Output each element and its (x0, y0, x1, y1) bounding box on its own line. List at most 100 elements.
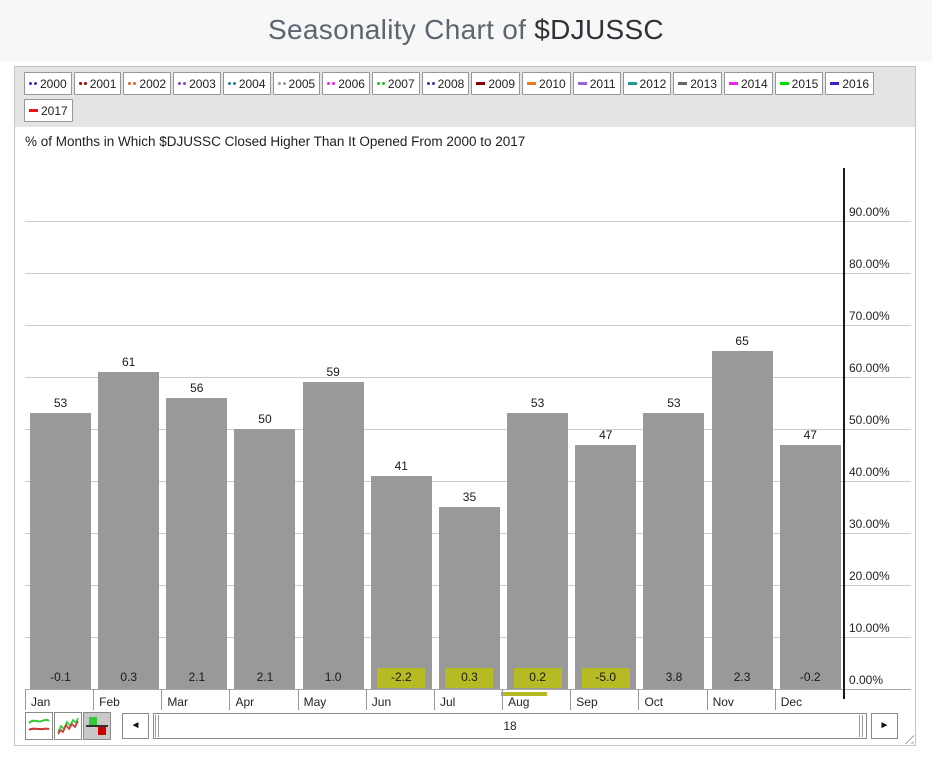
month-label-Apr: Apr (235, 695, 255, 709)
dash-marker-icon (627, 82, 637, 85)
scroll-left-button[interactable]: ◄ (122, 712, 149, 739)
scrollbar-right-grip-icon[interactable] (859, 714, 865, 737)
dash-marker-icon (779, 82, 789, 85)
dot (282, 82, 286, 85)
dot (376, 82, 380, 85)
bar-value-label-Jun: 41 (394, 458, 408, 473)
right-arrow-icon: ► (879, 720, 890, 731)
gridline-90.00% (25, 221, 911, 222)
month-tick-Jan (25, 689, 26, 710)
year-button-2013[interactable]: 2013 (673, 72, 722, 95)
dot (232, 82, 236, 85)
bar-chart-type-button[interactable] (83, 711, 111, 740)
dash (830, 82, 840, 85)
year-button-2006[interactable]: 2006 (322, 72, 370, 95)
dots-marker-icon (376, 82, 385, 85)
month-label-Feb: Feb (99, 695, 120, 709)
month-label-Nov: Nov (712, 695, 734, 709)
year-button-row: 2017 (24, 99, 906, 122)
year-button-2016[interactable]: 2016 (825, 72, 875, 95)
bar-chart-icon (86, 716, 108, 735)
dash-marker-icon (577, 82, 587, 85)
year-button-label: 2006 (338, 76, 365, 91)
month-label-Sep: Sep (576, 695, 598, 709)
dots-marker-icon (227, 82, 236, 85)
year-button-2005[interactable]: 2005 (272, 72, 321, 95)
bar-bottom-value-label-Dec: -0.2 (799, 670, 821, 684)
bar-bottom-value-label-Sep: -5.0 (595, 670, 617, 684)
year-button-2004[interactable]: 2004 (222, 72, 271, 95)
year-button-label: 2004 (238, 76, 266, 91)
dot (426, 82, 430, 85)
dot (128, 82, 132, 85)
bar-bottom-value-label-Jun: -2.2 (390, 670, 412, 684)
bar-bottom-value-label-Feb: 0.3 (120, 670, 137, 684)
resize-handle-icon[interactable] (901, 731, 914, 744)
year-button-2001[interactable]: 2001 (73, 72, 122, 95)
month-tick-Feb (93, 689, 95, 710)
bar-value-label-Aug: 53 (530, 396, 545, 411)
scrollbar-left-grip-icon[interactable] (155, 714, 161, 737)
year-button-label: 2003 (189, 76, 216, 91)
bar-value-label-Jul: 35 (462, 490, 477, 504)
jagged-lines-chart-type-button[interactable] (54, 711, 82, 740)
bar-Jul (438, 507, 500, 689)
dots-marker-icon (29, 82, 37, 85)
dots-marker-icon (178, 82, 187, 85)
dash-marker-icon (830, 82, 840, 85)
dash (29, 109, 38, 112)
y-axis-label: 0.00% (849, 673, 884, 687)
year-button-2012[interactable]: 2012 (622, 72, 672, 95)
scroll-right-button[interactable]: ► (871, 712, 898, 739)
bar-Jan (30, 413, 91, 689)
bar-Apr (234, 429, 296, 689)
year-button-2014[interactable]: 2014 (723, 72, 773, 95)
dash (728, 82, 738, 85)
chart-subtitle: % of Months in Which $DJUSSC Closed High… (25, 134, 526, 149)
year-button-bar: 2000 2001 2002 2003 2004 2005 2006 2007 2008 2009… (15, 67, 915, 127)
bar-value-label-Mar: 56 (190, 380, 204, 395)
page-title-prefix: Seasonality Chart of (268, 14, 535, 45)
year-button-label: 2011 (589, 76, 616, 91)
year-button-2002[interactable]: 2002 (123, 72, 172, 95)
bar-May (302, 382, 364, 689)
dot (78, 82, 82, 85)
dash-marker-icon (476, 82, 486, 85)
year-button-2008[interactable]: 2008 (421, 72, 470, 95)
bar-Dec (779, 444, 841, 689)
year-range-scrollbar[interactable]: 18 (153, 712, 867, 739)
bar-value-label-Nov: 65 (735, 334, 749, 348)
gridline-80.00% (25, 273, 911, 274)
bar-Aug (507, 413, 569, 689)
dot (332, 82, 336, 85)
dot (83, 82, 87, 85)
bar-value-label-Sep: 47 (599, 427, 613, 442)
year-button-2015[interactable]: 2015 (774, 72, 824, 95)
month-label-Jul: Jul (439, 695, 456, 709)
bar-bottom-value-label-Oct: 3.8 (665, 670, 683, 684)
page-title-symbol: $DJUSSC (534, 14, 664, 45)
bar-bottom-value-label-Nov: 2.3 (733, 670, 751, 684)
smooth-lines-chart-type-button[interactable] (25, 711, 53, 740)
month-label-May: May (303, 695, 327, 709)
left-arrow-icon: ◄ (130, 720, 141, 731)
bar-bottom-value-label-Aug: 0.2 (529, 670, 546, 684)
dots-marker-icon (426, 82, 435, 85)
dot (133, 82, 137, 85)
year-button-2010[interactable]: 2010 (522, 72, 571, 95)
year-button-2003[interactable]: 2003 (173, 72, 221, 95)
year-button-row: 2000 2001 2002 2003 2004 2005 2006 2007 2008 2009… (24, 72, 906, 95)
year-button-2009[interactable]: 2009 (471, 72, 521, 95)
year-button-2000[interactable]: 2000 (24, 72, 72, 95)
bar-value-label-Jan: 53 (53, 396, 68, 411)
chart-toolbar: ◄ 18 ► (25, 711, 898, 740)
dash-marker-icon (678, 82, 688, 85)
month-tick-May (297, 689, 299, 710)
bar-value-label-Apr: 50 (258, 412, 272, 426)
dash-marker-icon (29, 109, 38, 112)
year-button-2017[interactable]: 2017 (24, 99, 73, 122)
y-axis-label: 90.00% (849, 205, 890, 219)
year-button-2007[interactable]: 2007 (371, 72, 420, 95)
dot (183, 82, 187, 85)
year-button-2011[interactable]: 2011 (572, 72, 621, 95)
